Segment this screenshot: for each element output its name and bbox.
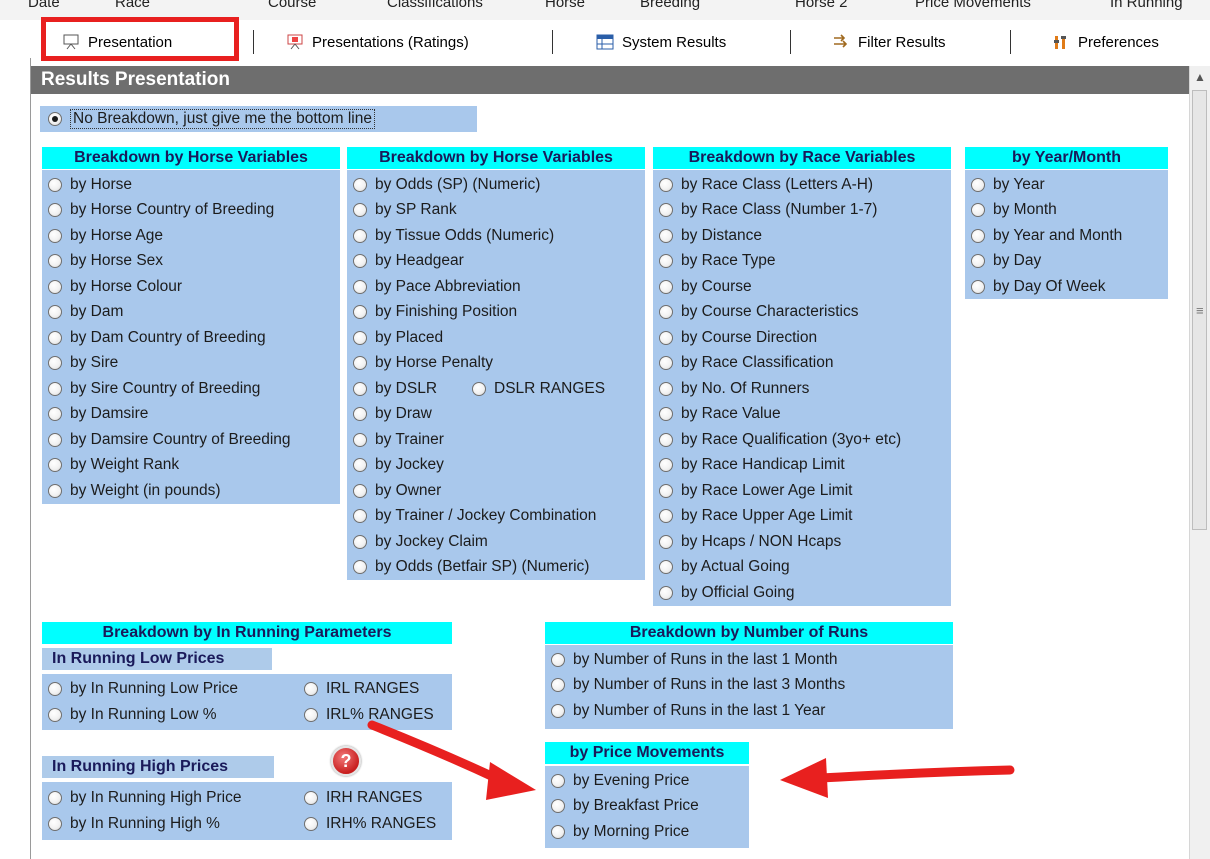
arrow-left-icon [780, 758, 1015, 798]
arrow-diagonal-icon [367, 720, 536, 800]
annotation-arrows [367, 720, 1015, 800]
